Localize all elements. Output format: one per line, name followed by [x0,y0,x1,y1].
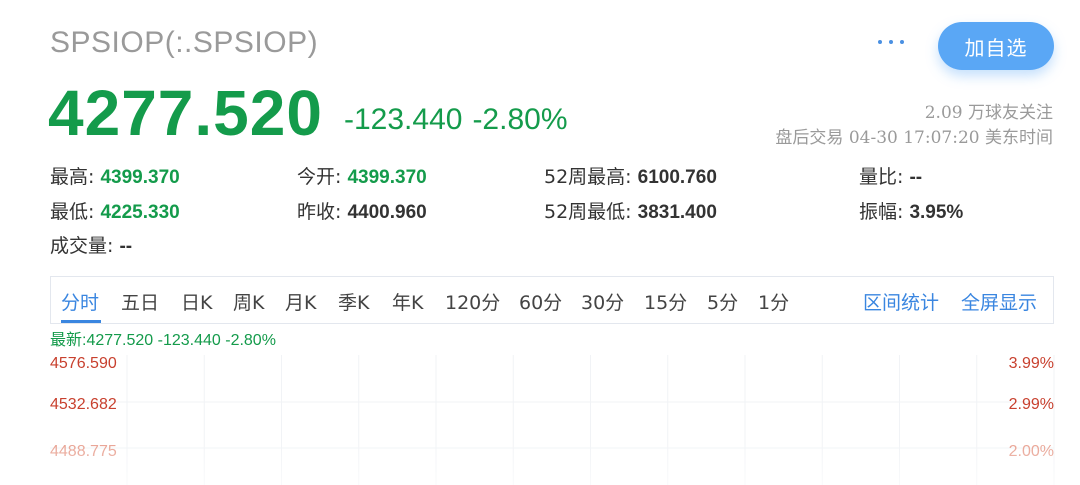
period-tab-bar: 分时 五日 日K 周K 月K 季K 年K 120分 60分 30分 15分 5分… [50,276,1054,324]
stat-value: 4225.330 [100,202,180,223]
y-axis-right-tick: 2.99% [1008,396,1054,413]
tab-intraday[interactable]: 分时 [61,288,99,315]
stat-label: 今开: [297,166,342,188]
stat-amplitude: 振幅: 3.95% [859,197,963,224]
stat-52w-low: 52周最低: 3831.400 [544,197,717,224]
stat-value: 3.95% [909,202,964,223]
stat-low: 最低: 4225.330 [50,197,180,224]
tab-120min[interactable]: 120分 [445,288,500,315]
add-watchlist-button[interactable]: 加自选 [938,22,1054,70]
tab-daily-k[interactable]: 日K [181,288,212,315]
stat-value: 4399.370 [100,167,180,188]
stat-volume-ratio: 量比: -- [859,162,922,189]
tab-yearly-k[interactable]: 年K [392,288,423,315]
more-dots-icon[interactable] [878,30,904,54]
stat-label: 最高: [50,166,95,188]
stat-label: 52周最低: [544,201,632,223]
y-axis-left-tick: 4576.590 [50,355,117,372]
stock-quote-page: SPSIOP(:.SPSIOP) 加自选 4277.520 -123.440 -2… [0,0,1080,485]
tab-quarterly-k[interactable]: 季K [338,288,369,315]
follower-count: 2.09 万球友关注 [924,103,1053,123]
tab-30min[interactable]: 30分 [581,288,624,315]
stat-value: 4400.960 [347,202,427,223]
stat-value: 6100.760 [637,167,717,188]
latest-quote-line: 最新:4277.520 -123.440 -2.80% [50,332,276,349]
stat-label: 成交量: [50,235,114,257]
y-axis-right-tick: 3.99% [1008,355,1054,372]
active-tab-indicator [61,320,101,323]
stat-label: 量比: [859,166,904,188]
stat-volume: 成交量: -- [50,231,132,258]
stat-prev-close: 昨收: 4400.960 [297,197,427,224]
stat-52w-high: 52周最高: 6100.760 [544,162,717,189]
y-axis-left-tick: 4488.775 [50,443,117,460]
y-axis-right-tick: 2.00% [1008,443,1054,460]
tab-60min[interactable]: 60分 [519,288,562,315]
dot [878,40,882,44]
price-change: -123.440 -2.80% [344,103,568,137]
stat-value: -- [119,236,133,257]
current-price: 4277.520 [48,77,323,149]
stock-title: SPSIOP(:.SPSIOP) [50,26,319,59]
after-hours-time: 盘后交易 04-30 17:07:20 美东时间 [775,128,1053,148]
change-amount: -123.440 [344,103,463,136]
stat-value: 3831.400 [637,202,717,223]
stat-value: 4399.370 [347,167,427,188]
tab-5min[interactable]: 5分 [707,288,738,315]
tab-monthly-k[interactable]: 月K [285,288,316,315]
chart-grid [50,355,1055,485]
change-percent: -2.80% [472,103,568,136]
tab-1min[interactable]: 1分 [758,288,789,315]
y-axis-left-tick: 4532.682 [50,396,117,413]
intraday-chart[interactable] [0,350,1080,485]
stat-label: 最低: [50,201,95,223]
tab-five-day[interactable]: 五日 [121,288,159,315]
stat-label: 昨收: [297,201,342,223]
stat-high: 最高: 4399.370 [50,162,180,189]
fullscreen-link[interactable]: 全屏显示 [961,288,1037,315]
tab-15min[interactable]: 15分 [644,288,687,315]
stat-value: -- [909,167,923,188]
tab-weekly-k[interactable]: 周K [233,288,264,315]
stat-label: 振幅: [859,201,904,223]
dot [900,40,904,44]
dot [889,40,893,44]
stat-open: 今开: 4399.370 [297,162,427,189]
range-stats-link[interactable]: 区间统计 [863,288,939,315]
stat-label: 52周最高: [544,166,632,188]
